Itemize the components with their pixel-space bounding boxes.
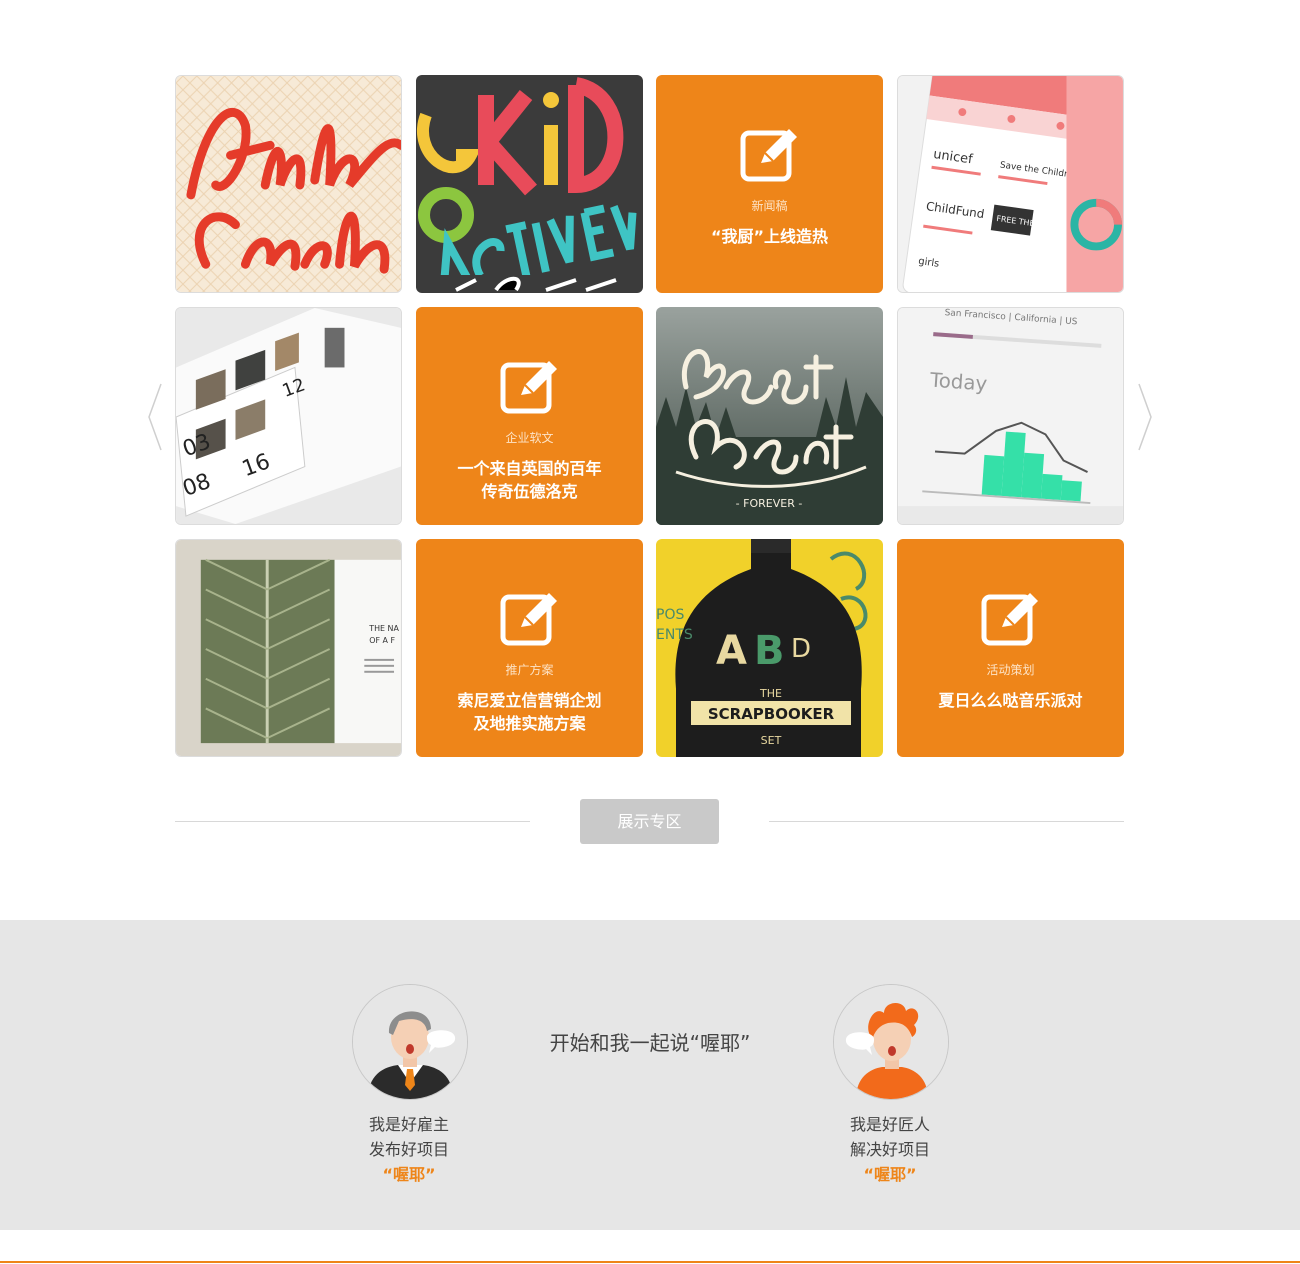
divider-left [175, 821, 530, 822]
svg-text:- FOREVER -: - FOREVER - [736, 497, 803, 510]
craftsman-accent: “喔耶” [863, 1165, 917, 1184]
magazine-spread-image: 03 08 16 12 [176, 308, 401, 524]
employer-avatar [352, 984, 468, 1100]
tile-category: 新闻稿 [751, 199, 788, 213]
edit-icon [740, 129, 797, 182]
gallery-tile-news-release[interactable]: 新闻稿 “我厨”上线造热 [656, 75, 883, 293]
tile-title: 夏日么么哒音乐派对 [938, 691, 1083, 710]
craftsman-text: 我是好匠人 解决好项目 “喔耶” [790, 1112, 990, 1187]
divider-right [769, 821, 1124, 822]
employer-accent: “喔耶” [382, 1165, 436, 1184]
svg-text:ENTS: ENTS [656, 627, 693, 643]
tile-title: 一个来自英国的百年 传奇伍德洛克 [430, 457, 629, 503]
tile-category: 企业软文 [505, 431, 554, 445]
edit-icon [500, 361, 557, 414]
craftsman-line2: 解决好项目 [849, 1140, 930, 1159]
scrapbooker-poster-image: A B D THE SCRAPBOOKER SET POS ENTS [656, 539, 883, 757]
charity-app-image: unicef Save the Children ChildFund FREE … [898, 76, 1123, 292]
tile-title-line2: 传奇伍德洛克 [481, 482, 578, 501]
svg-text:OF A F: OF A F [369, 636, 395, 645]
footer-accent-line [0, 1261, 1300, 1263]
gallery-tile-charity-app[interactable]: unicef Save the Children ChildFund FREE … [897, 75, 1124, 293]
carousel-next-arrow[interactable] [1136, 382, 1154, 452]
tile-title-line1: 索尼爱立信营销企划 [457, 691, 602, 710]
gallery-tile-magazine[interactable]: 03 08 16 12 [175, 307, 402, 525]
svg-text:THE: THE [759, 687, 782, 700]
tile-category: 推广方案 [505, 663, 554, 677]
employer-text: 我是好雇主 发布好项目 “喔耶” [309, 1112, 509, 1187]
showcase-button[interactable]: 展示专区 [580, 799, 719, 844]
gallery-tile-event-planning[interactable]: 活动策划 夏日么么哒音乐派对 [897, 539, 1124, 757]
svg-text:SCRAPBOOKER: SCRAPBOOKER [708, 705, 835, 723]
tile-title: 索尼爱立信营销企划 及地推实施方案 [430, 689, 629, 735]
tile-title-line1: 一个来自英国的百年 [457, 459, 602, 478]
gallery-tile-scrapbooker[interactable]: A B D THE SCRAPBOOKER SET POS ENTS [656, 539, 883, 757]
gallery-tile-leaf-book[interactable]: THE NA OF A F [175, 539, 402, 757]
gallery-tile-best-coast[interactable]: - FOREVER - [656, 307, 883, 525]
gallery-tile-script-lettering[interactable] [175, 75, 402, 293]
gallery-tile-promotion-plan[interactable]: 推广方案 索尼爱立信营销企划 及地推实施方案 [416, 539, 643, 757]
weather-app-image: San Francisco | California | US Today [898, 308, 1123, 524]
svg-text:THE NA: THE NA [368, 624, 399, 633]
best-coast-image: - FOREVER - [656, 307, 883, 525]
craftsman-avatar [833, 984, 949, 1100]
craftsman-line1: 我是好匠人 [849, 1115, 930, 1134]
gallery-tile-weather-app[interactable]: San Francisco | California | US Today [897, 307, 1124, 525]
svg-text:SET: SET [761, 734, 782, 747]
leaf-book-image: THE NA OF A F [176, 540, 401, 756]
tile-category: 活动策划 [986, 663, 1035, 677]
businessman-icon [353, 985, 467, 1099]
gallery-tile-gokid[interactable] [416, 75, 643, 293]
gokid-typography-image [416, 75, 643, 293]
persona-band [0, 920, 1300, 1230]
svg-text:B: B [754, 628, 785, 674]
svg-text:Today: Today [928, 369, 988, 396]
carousel-prev-arrow[interactable] [146, 382, 164, 452]
tile-title-line2: 及地推实施方案 [473, 714, 586, 733]
script-lettering-image [176, 76, 401, 292]
employer-line1: 我是好雇主 [368, 1115, 449, 1134]
slogan-text: 开始和我一起说“喔耶” [549, 1031, 751, 1055]
employer-line2: 发布好项目 [368, 1140, 449, 1159]
svg-text:A: A [716, 628, 747, 674]
craftsman-icon [834, 985, 948, 1099]
svg-text:D: D [791, 634, 811, 664]
svg-text:POS: POS [656, 607, 684, 623]
edit-icon [981, 593, 1038, 646]
gallery-tile-corporate-article[interactable]: 企业软文 一个来自英国的百年 传奇伍德洛克 [416, 307, 643, 525]
tile-title: “我厨”上线造热 [710, 227, 829, 246]
edit-icon [500, 593, 557, 646]
